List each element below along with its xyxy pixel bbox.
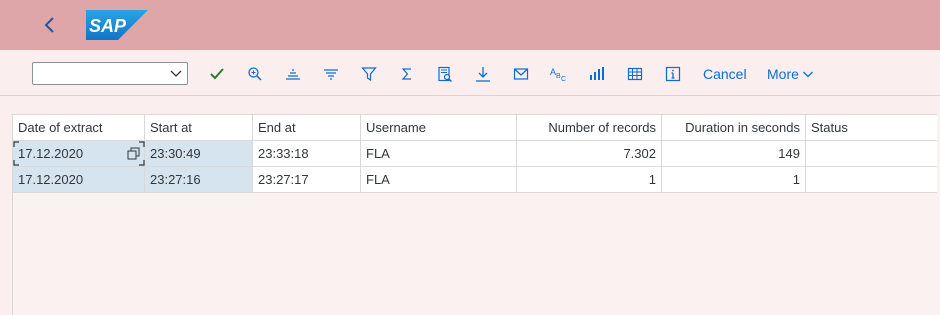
graphic-button[interactable] [586,63,608,85]
sort-ascending-button[interactable] [282,63,304,85]
table-cell[interactable]: 23:30:49 [145,141,253,166]
table-cell[interactable]: 23:27:16 [145,167,253,192]
spelling-button[interactable]: ABC [548,63,570,85]
column-header[interactable]: Username [361,115,517,140]
email-icon [513,68,529,80]
back-button[interactable] [36,11,64,39]
svg-text:SAP: SAP [89,16,127,36]
chevron-left-icon [44,17,54,33]
more-label: More [767,66,799,82]
export-button[interactable] [472,63,494,85]
find-button[interactable] [244,63,266,85]
shell-header: SAP [0,0,940,50]
cancel-button[interactable]: Cancel [703,66,747,82]
preview-document-icon [438,66,452,82]
table-cell[interactable]: FLA [361,141,517,166]
grid-layout-icon [627,67,643,81]
check-button[interactable] [206,63,228,85]
information-button[interactable] [662,63,684,85]
table-row[interactable]: 17.12.2020 23:27:16 23:27:17 FLA 1 1 [13,167,937,193]
column-header[interactable]: Date of extract [13,115,145,140]
table-cell[interactable]: 7.302 [517,141,662,166]
sum-button[interactable] [396,63,418,85]
svg-text:C: C [561,76,566,82]
check-icon [210,68,224,80]
sap-logo: SAP [86,10,148,40]
information-icon [665,66,681,82]
column-header[interactable]: Status [806,115,937,140]
copy-icon[interactable] [127,147,140,160]
table-cell[interactable]: FLA [361,167,517,192]
sort-descending-button[interactable] [320,63,342,85]
layout-button[interactable] [624,63,646,85]
application-toolbar: ABC Cancel More [0,50,940,96]
spell-check-icon: ABC [550,67,566,82]
column-header[interactable]: Number of records [517,115,662,140]
table-cell[interactable]: 17.12.2020 [13,141,145,166]
column-header[interactable]: End at [253,115,361,140]
table-cell[interactable]: 149 [662,141,806,166]
table-cell[interactable] [806,141,937,166]
table-cell[interactable]: 1 [662,167,806,192]
filter-button[interactable] [358,63,380,85]
column-header[interactable]: Duration in seconds [662,115,806,140]
print-preview-button[interactable] [434,63,456,85]
sort-ascending-icon [286,69,300,80]
more-button[interactable]: More [767,66,814,82]
chevron-down-icon [802,71,813,78]
table-cell[interactable]: 17.12.2020 [13,167,145,192]
table-cell[interactable]: 23:33:18 [253,141,361,166]
column-header[interactable]: Start at [145,115,253,140]
sum-icon [401,68,411,80]
filter-icon [361,67,377,82]
results-table: Date of extract Start at End at Username… [12,114,940,315]
sort-descending-icon [324,69,338,80]
send-button[interactable] [510,63,532,85]
table-cell[interactable] [806,167,937,192]
table-cell[interactable]: 1 [517,167,662,192]
table-row[interactable]: 17.12.2020 23:30:49 23:33:18 FLA 7.302 1… [13,141,937,167]
table-cell[interactable]: 23:27:17 [253,167,361,192]
search-zoom-icon [248,67,262,81]
bar-chart-icon [590,67,604,80]
table-header: Date of extract Start at End at Username… [13,114,937,141]
download-icon [476,67,490,82]
chevron-down-icon [170,70,182,77]
variant-dropdown[interactable] [32,62,188,85]
